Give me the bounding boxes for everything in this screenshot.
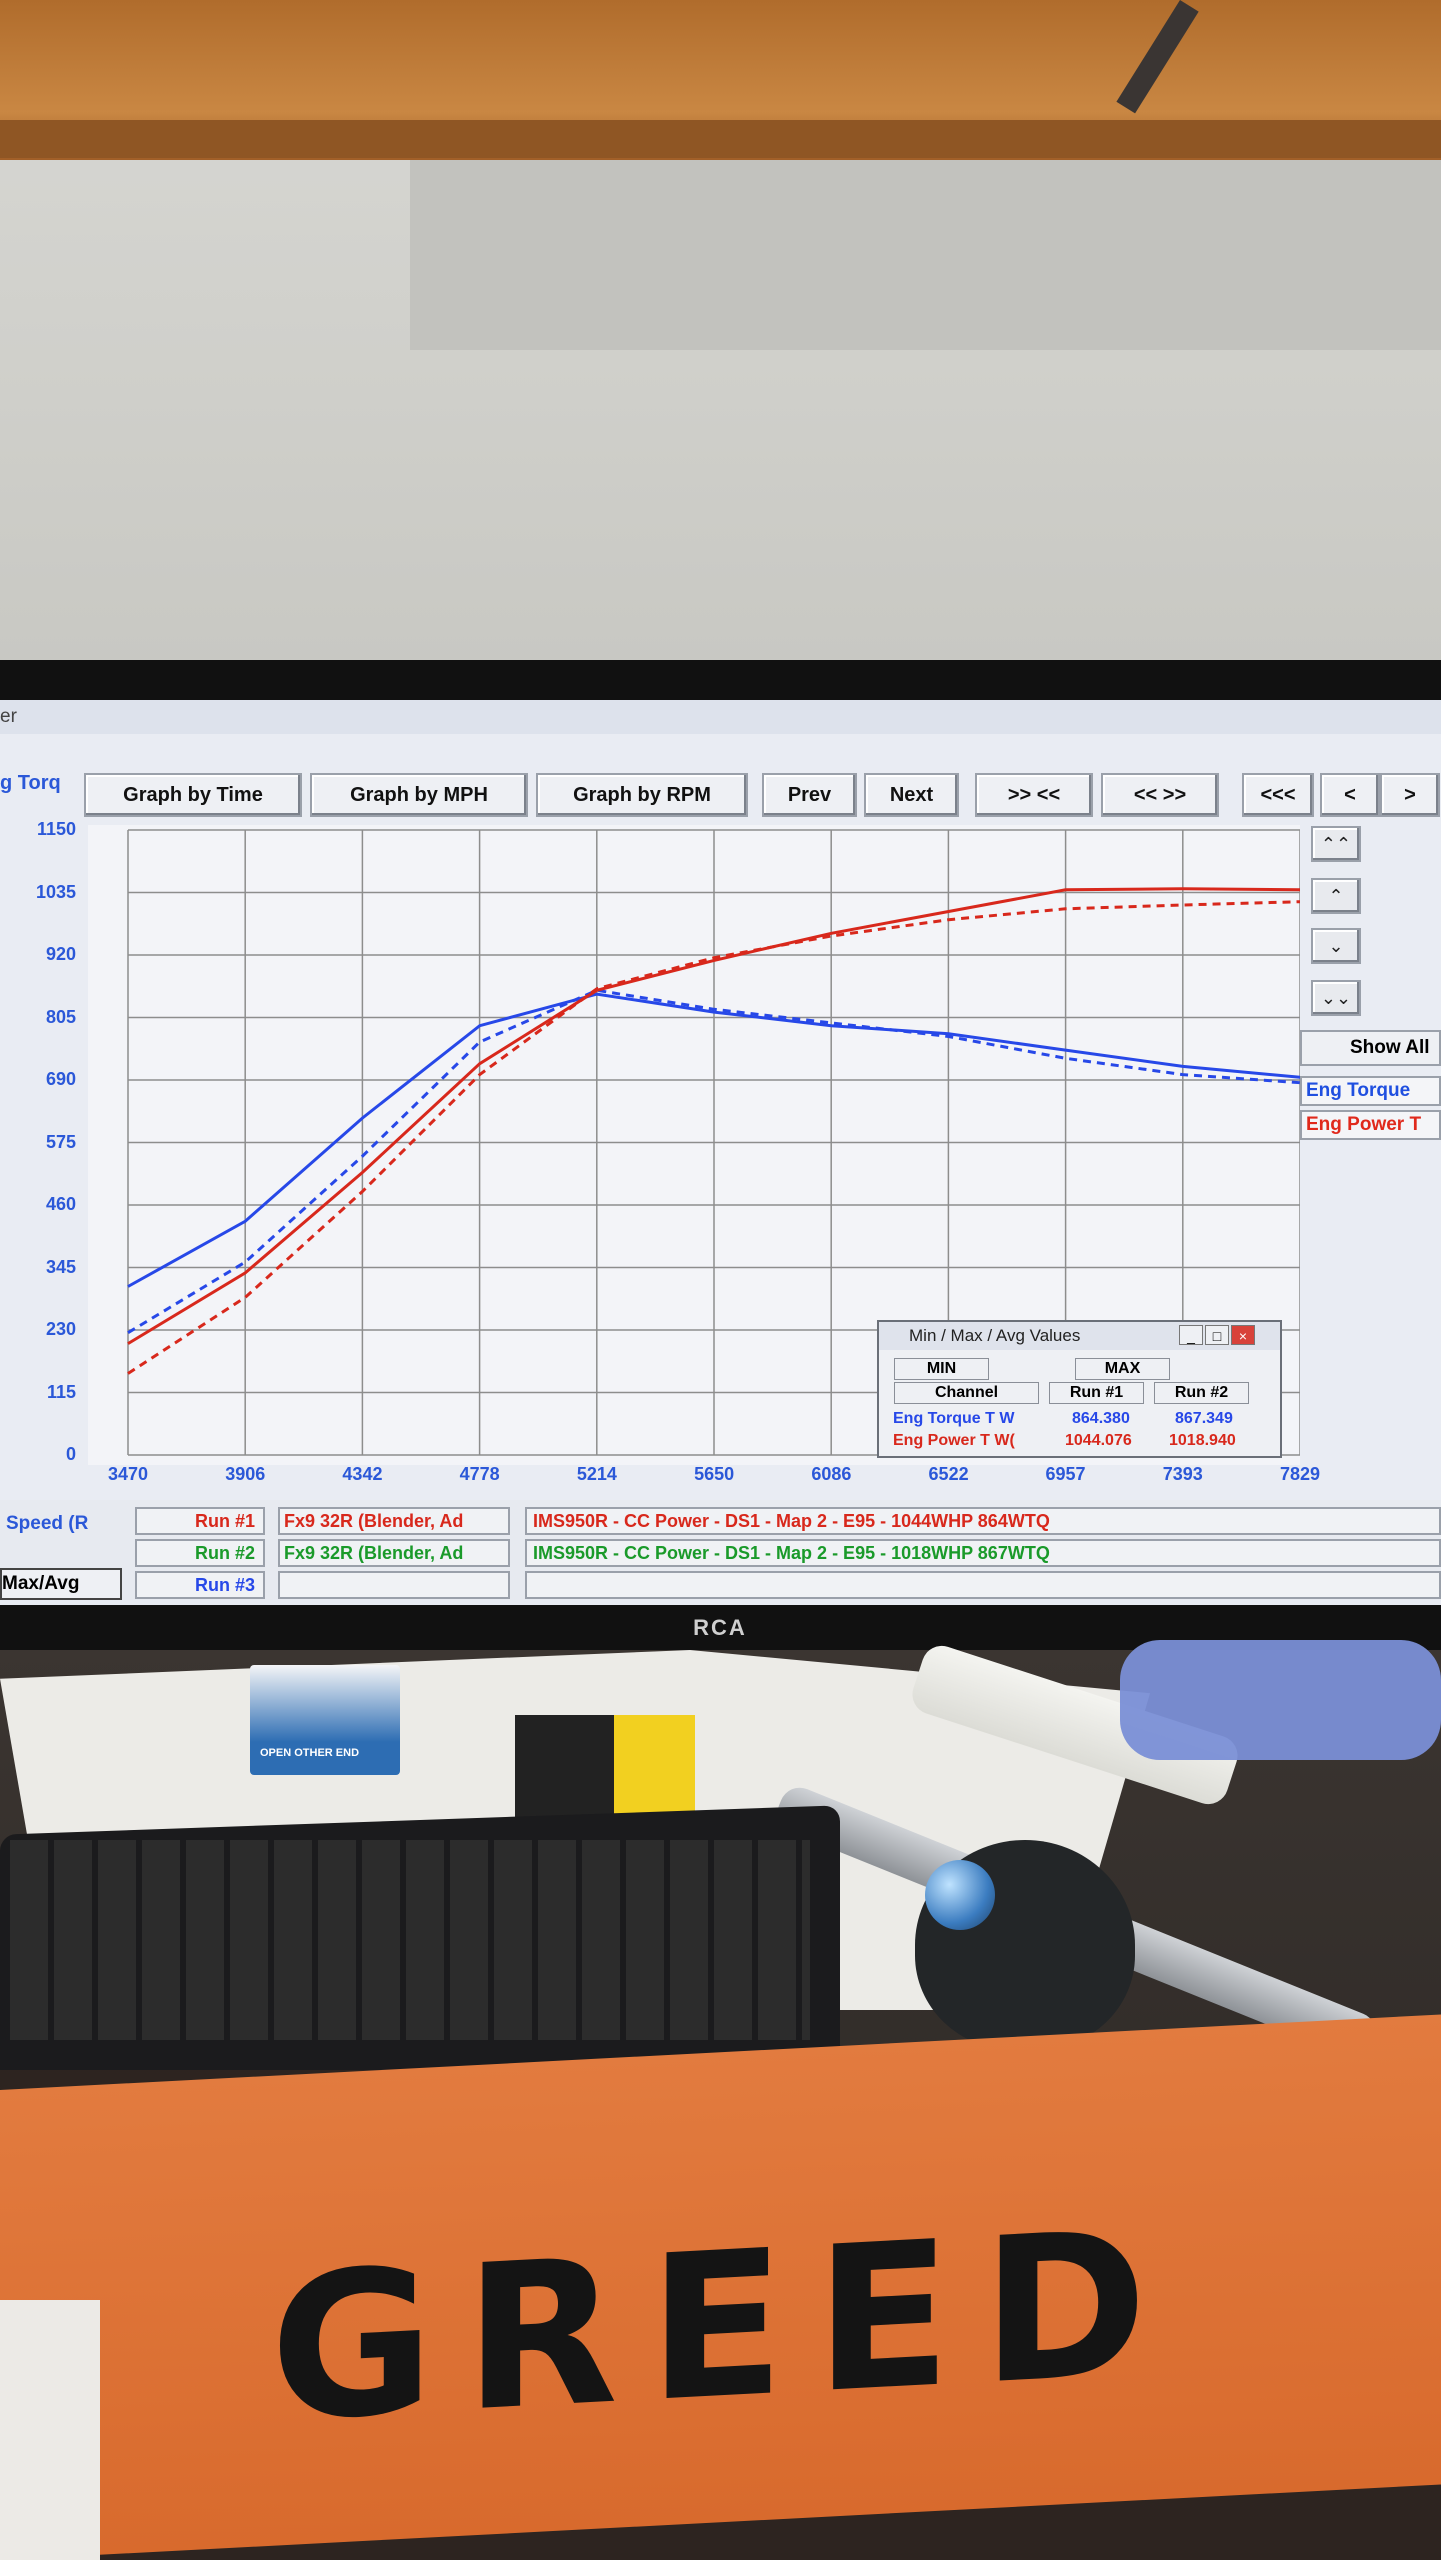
row-torque-run2: 867.349 — [1175, 1410, 1233, 1427]
scroll-up-icon[interactable]: ⌃ — [1311, 878, 1361, 914]
row-power-run1: 1044.076 — [1065, 1432, 1132, 1449]
cigarette-pack — [515, 1715, 695, 1825]
x-tick-label: 3906 — [225, 1464, 266, 1484]
x-tick-label: 6522 — [928, 1464, 969, 1484]
window-titlebar: er — [0, 700, 1441, 734]
y-tick-label: 115 — [46, 1381, 76, 1402]
close-icon[interactable]: × — [1231, 1325, 1255, 1345]
y-channel-label: g Torq — [0, 772, 61, 794]
run3-car[interactable] — [278, 1571, 510, 1599]
greed-sign-text: GREED — [270, 2186, 1178, 2467]
shelf-edge — [0, 120, 1441, 158]
col-channel: Channel — [894, 1382, 1039, 1404]
channel-power[interactable]: Eng Power T — [1300, 1110, 1441, 1140]
x-tick-label: 5650 — [694, 1464, 735, 1484]
row-torque-channel: Eng Torque T W — [893, 1410, 1015, 1427]
x-tick-label: 4342 — [342, 1464, 383, 1484]
col-run2: Run #2 — [1154, 1382, 1249, 1404]
x-tick-label: 5214 — [576, 1464, 617, 1484]
run2-description[interactable]: IMS950R - CC Power - DS1 - Map 2 - E95 -… — [525, 1539, 1441, 1567]
monitor-brand-logo: RCA — [693, 1615, 747, 1640]
x-tick-label: 3470 — [107, 1464, 149, 1484]
keyboard-keys — [10, 1840, 810, 2040]
show-all-button[interactable]: Show All — [1300, 1030, 1441, 1066]
y-tick-label: 920 — [45, 944, 76, 964]
col-run1: Run #1 — [1049, 1382, 1144, 1404]
window-title: er — [0, 706, 17, 727]
x-channel-label: Speed (R — [6, 1513, 89, 1534]
x-tick-label: 7829 — [1279, 1464, 1321, 1484]
scroll-top-icon[interactable]: ⌃⌃ — [1311, 826, 1361, 862]
minimize-icon[interactable]: _ — [1179, 1325, 1203, 1345]
y-tick-label: 345 — [45, 1256, 76, 1277]
scroll-bottom-icon[interactable]: ⌄⌄ — [1311, 980, 1361, 1016]
y-tick-label: 460 — [45, 1194, 76, 1214]
maximize-icon[interactable]: □ — [1205, 1325, 1229, 1345]
row-torque-run1: 864.380 — [1072, 1410, 1130, 1427]
scroll-back-button[interactable]: < — [1320, 773, 1380, 817]
run3-description[interactable] — [525, 1571, 1441, 1599]
run2-car[interactable]: Fx9 32R (Blender, Ad — [278, 1539, 510, 1567]
nitrile-gloves — [1120, 1640, 1441, 1760]
max-tab[interactable]: MAX — [1075, 1358, 1170, 1380]
run1-car[interactable]: Fx9 32R (Blender, Ad — [278, 1507, 510, 1535]
y-tick-label: 1150 — [36, 819, 76, 839]
y-tick-label: 230 — [45, 1319, 76, 1339]
run3-label[interactable]: Run #3 — [135, 1571, 265, 1599]
scroll-forward-button[interactable]: > — [1380, 773, 1440, 817]
channel-torque[interactable]: Eng Torque — [1300, 1076, 1441, 1106]
light-reflection — [410, 150, 1441, 350]
y-tick-label: 575 — [45, 1131, 76, 1152]
run1-description[interactable]: IMS950R - CC Power - DS1 - Map 2 - E95 -… — [525, 1507, 1441, 1535]
max-avg-button[interactable]: Max/Avg — [0, 1568, 122, 1600]
minmax-window[interactable]: Min / Max / Avg Values _ □ × MIN MAX Cha… — [877, 1320, 1282, 1458]
x-tick-label: 4778 — [459, 1464, 500, 1484]
y-tick-label: 805 — [45, 1006, 76, 1027]
y-tick-label: 1035 — [35, 881, 76, 902]
run2-label[interactable]: Run #2 — [135, 1539, 265, 1567]
y-tick-label: 690 — [45, 1069, 76, 1089]
cigarette-box: OPEN OTHER END — [250, 1665, 400, 1775]
y-tick-label: 0 — [65, 1444, 76, 1464]
x-tick-label: 6957 — [1045, 1464, 1086, 1484]
x-tick-label: 7393 — [1162, 1464, 1203, 1484]
scroll-down-icon[interactable]: ⌄ — [1311, 928, 1361, 964]
row-power-channel: Eng Power T W( — [893, 1432, 1015, 1449]
foam-block — [0, 2300, 100, 2560]
trackball-ball — [925, 1860, 995, 1930]
box-text: OPEN OTHER END — [260, 1747, 360, 1759]
row-power-run2: 1018.940 — [1169, 1432, 1236, 1449]
x-tick-label: 6086 — [811, 1464, 852, 1484]
run1-label[interactable]: Run #1 — [135, 1507, 265, 1535]
min-tab[interactable]: MIN — [894, 1358, 989, 1380]
